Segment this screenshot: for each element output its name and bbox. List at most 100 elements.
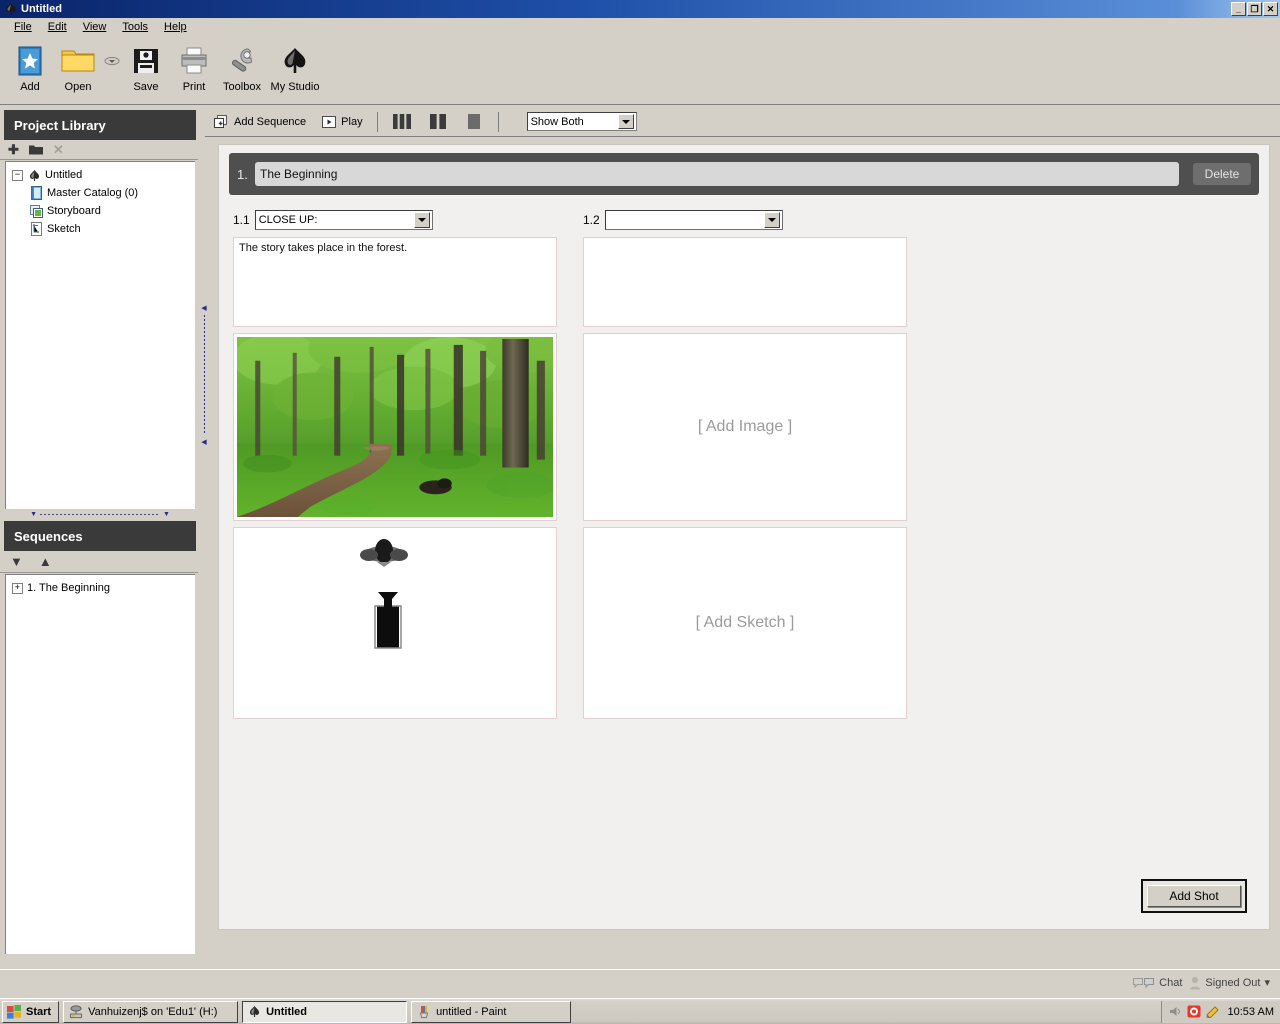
- shot-type-select[interactable]: [604, 210, 783, 230]
- delete-sequence-button[interactable]: Delete: [1193, 163, 1251, 185]
- shot-type-select[interactable]: CLOSE UP:: [254, 210, 433, 230]
- chat-status[interactable]: Chat: [1133, 977, 1182, 989]
- project-library-header: Project Library: [4, 110, 196, 140]
- spade-icon: [248, 1005, 261, 1018]
- sequences-header: Sequences: [4, 521, 196, 551]
- shot-description-input[interactable]: The story takes place in the forest.: [233, 237, 557, 327]
- menu-help[interactable]: Help: [156, 20, 195, 34]
- add-item-button[interactable]: ✚: [8, 143, 19, 156]
- start-button[interactable]: Start: [2, 1000, 60, 1023]
- signin-status[interactable]: Signed Out ▾: [1189, 976, 1270, 990]
- shot-sketch-placeholder[interactable]: [ Add Sketch ]: [583, 527, 907, 719]
- volume-icon[interactable]: [1168, 1005, 1182, 1018]
- shot-column: 1.1 CLOSE UP: The story takes place in t…: [233, 209, 557, 719]
- delete-item-button[interactable]: ✕: [53, 143, 64, 156]
- spade-icon: [27, 168, 41, 182]
- taskbar-item-untitled[interactable]: Untitled: [242, 1000, 408, 1023]
- menu-view-label: View: [82, 20, 107, 33]
- view-mode-select[interactable]: Show Both: [526, 112, 637, 131]
- taskbar-item-paint[interactable]: untitled - Paint: [411, 1000, 572, 1023]
- project-tree[interactable]: − Untitled Master Catalog (0) Storyboard…: [5, 161, 195, 509]
- move-down-button[interactable]: ▼: [10, 555, 23, 568]
- sketch-icon: [29, 222, 43, 236]
- add-sequence-icon: [213, 114, 229, 130]
- two-column-layout-button[interactable]: [425, 112, 451, 132]
- tree-item-master-catalog[interactable]: Master Catalog (0): [10, 184, 195, 202]
- menu-edit[interactable]: Edit: [40, 20, 75, 34]
- play-label: Play: [341, 115, 363, 128]
- person-icon: [1189, 976, 1201, 990]
- add-star-icon: [16, 44, 44, 78]
- dock-splitter-vertical[interactable]: ◀ ◀: [198, 140, 210, 610]
- sequence-item-label: 1. The Beginning: [27, 582, 110, 594]
- open-folder-icon: [60, 44, 96, 78]
- minimize-button[interactable]: _: [1231, 2, 1246, 16]
- spade-icon: [280, 44, 310, 78]
- signin-caret-icon[interactable]: ▾: [1264, 976, 1270, 989]
- taskbar: Start Vanhuizenj$ on 'Edu1' (H:) Untitle…: [0, 998, 1280, 1024]
- tree-item-sketch[interactable]: Sketch: [10, 220, 195, 238]
- wrench-icon: [226, 44, 258, 78]
- splitter-handle-right: ▼: [163, 510, 170, 518]
- move-up-button[interactable]: ▲: [39, 555, 52, 568]
- main-toolbar: Add Open Save Print Toolbox My Studio: [0, 36, 1280, 105]
- spade-icon: [4, 2, 18, 16]
- one-column-layout-button[interactable]: [461, 112, 487, 132]
- open-button[interactable]: Open: [54, 40, 102, 93]
- chevron-down-icon[interactable]: [413, 212, 430, 228]
- splitter-arrow-down-icon: ◀: [201, 439, 207, 446]
- clock[interactable]: 10:53 AM: [1228, 1006, 1274, 1018]
- tree-item-storyboard[interactable]: Storyboard: [10, 202, 195, 220]
- system-tray: 10:53 AM: [1160, 1000, 1280, 1023]
- chevron-down-icon[interactable]: [617, 114, 634, 129]
- taskbar-item-label: Vanhuizenj$ on 'Edu1' (H:): [88, 1005, 218, 1018]
- toolbar-separator: [376, 111, 378, 132]
- close-button[interactable]: ✕: [1263, 2, 1278, 16]
- three-bars-icon: [392, 114, 412, 129]
- pencil-icon[interactable]: [1205, 1005, 1220, 1018]
- print-button[interactable]: Print: [170, 40, 218, 93]
- sequences-list[interactable]: + 1. The Beginning: [5, 574, 195, 954]
- taskbar-item-label: Untitled: [266, 1005, 308, 1018]
- menu-help-label: Help: [164, 20, 187, 33]
- play-button[interactable]: Play: [314, 110, 370, 134]
- new-folder-button[interactable]: [28, 144, 43, 155]
- shot-column: 1.2 [ Add Image ] [ Add Sketch ]: [583, 209, 907, 719]
- chat-bubbles-icon: [1133, 977, 1155, 989]
- tree-expander[interactable]: +: [12, 582, 23, 594]
- chevron-down-icon[interactable]: [763, 212, 780, 228]
- splitter-handle-left: ▼: [30, 510, 37, 518]
- antivirus-icon[interactable]: [1187, 1005, 1201, 1018]
- menu-view[interactable]: View: [75, 20, 115, 34]
- shot-image-placeholder[interactable]: [ Add Image ]: [583, 333, 907, 521]
- sketch-objects: [234, 528, 556, 718]
- taskbar-item-network-drive[interactable]: Vanhuizenj$ on 'Edu1' (H:): [63, 1000, 239, 1023]
- tree-expander[interactable]: −: [12, 169, 23, 181]
- open-button-label: Open: [64, 81, 92, 93]
- my-studio-button[interactable]: My Studio: [266, 40, 324, 93]
- dock-splitter-vertical-lower[interactable]: [198, 570, 210, 610]
- printer-icon: [178, 44, 210, 78]
- sequence-title-input[interactable]: The Beginning: [255, 162, 1179, 186]
- panel-splitter-horizontal[interactable]: ▼ ▼: [5, 509, 195, 519]
- shot-description-input[interactable]: [583, 237, 907, 327]
- open-dropdown-button[interactable]: [102, 40, 122, 82]
- toolbox-button[interactable]: Toolbox: [218, 40, 266, 93]
- tree-item-label: Untitled: [45, 169, 83, 181]
- add-shot-button[interactable]: Add Shot: [1147, 885, 1241, 907]
- menu-file[interactable]: File: [6, 20, 40, 34]
- add-button[interactable]: Add: [6, 40, 54, 93]
- shot-sketch[interactable]: [233, 527, 557, 719]
- list-item[interactable]: + 1. The Beginning: [10, 579, 195, 597]
- tree-item-label: Storyboard: [47, 205, 101, 217]
- three-column-layout-button[interactable]: [389, 112, 415, 132]
- restore-button[interactable]: ❐: [1247, 2, 1262, 16]
- storyboard-editor: 1. The Beginning Delete 1.1 CLOSE UP: Th…: [210, 138, 1280, 968]
- save-button[interactable]: Save: [122, 40, 170, 93]
- add-sequence-button[interactable]: Add Sequence: [205, 110, 314, 134]
- tree-item-untitled[interactable]: − Untitled: [10, 166, 195, 184]
- menu-tools[interactable]: Tools: [114, 20, 156, 34]
- signin-label: Signed Out: [1205, 976, 1261, 989]
- window-titlebar: Untitled _ ❐ ✕: [0, 0, 1280, 18]
- shot-image[interactable]: [233, 333, 557, 521]
